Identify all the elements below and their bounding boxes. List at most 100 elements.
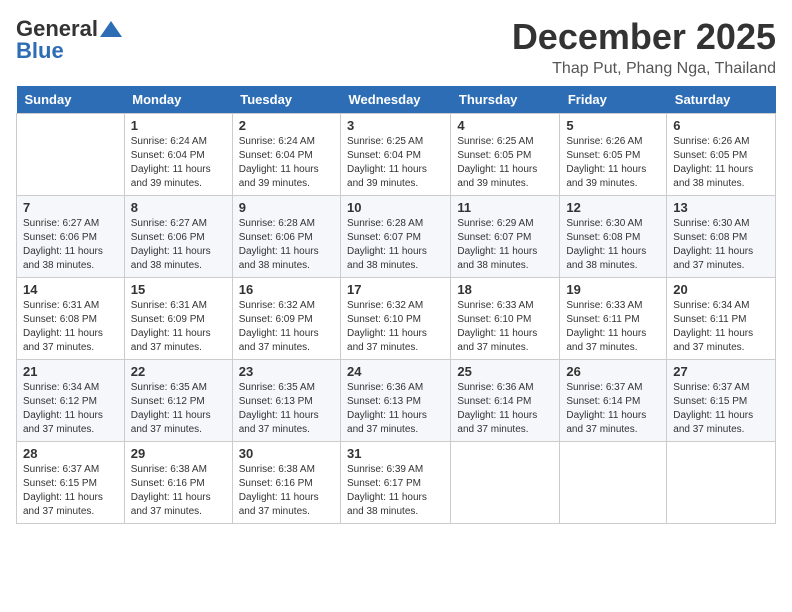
day-detail: Sunrise: 6:27 AM Sunset: 6:06 PM Dayligh… — [131, 217, 226, 273]
day-detail: Sunrise: 6:37 AM Sunset: 6:14 PM Dayligh… — [566, 381, 660, 437]
weekday-header-cell: Tuesday — [232, 86, 340, 114]
logo: General Blue — [16, 16, 122, 64]
day-number: 26 — [566, 364, 660, 379]
calendar-cell: 4 Sunrise: 6:25 AM Sunset: 6:05 PM Daylig… — [451, 114, 560, 196]
day-detail: Sunrise: 6:35 AM Sunset: 6:13 PM Dayligh… — [239, 381, 334, 437]
day-detail: Sunrise: 6:24 AM Sunset: 6:04 PM Dayligh… — [239, 135, 334, 191]
day-number: 6 — [673, 118, 769, 133]
day-number: 24 — [347, 364, 444, 379]
calendar-cell: 20 Sunrise: 6:34 AM Sunset: 6:11 PM Dayli… — [667, 278, 776, 360]
calendar-cell: 15 Sunrise: 6:31 AM Sunset: 6:09 PM Dayli… — [124, 278, 232, 360]
day-number: 16 — [239, 282, 334, 297]
calendar-cell: 26 Sunrise: 6:37 AM Sunset: 6:14 PM Dayli… — [560, 360, 667, 442]
day-detail: Sunrise: 6:37 AM Sunset: 6:15 PM Dayligh… — [673, 381, 769, 437]
day-number: 29 — [131, 446, 226, 461]
day-number: 7 — [23, 200, 118, 215]
header: General Blue December 2025 Thap Put, Pha… — [16, 16, 776, 78]
calendar-cell: 27 Sunrise: 6:37 AM Sunset: 6:15 PM Dayli… — [667, 360, 776, 442]
calendar: SundayMondayTuesdayWednesdayThursdayFrid… — [16, 86, 776, 524]
day-number: 4 — [457, 118, 553, 133]
day-detail: Sunrise: 6:28 AM Sunset: 6:06 PM Dayligh… — [239, 217, 334, 273]
day-detail: Sunrise: 6:36 AM Sunset: 6:14 PM Dayligh… — [457, 381, 553, 437]
calendar-cell: 2 Sunrise: 6:24 AM Sunset: 6:04 PM Daylig… — [232, 114, 340, 196]
day-number: 15 — [131, 282, 226, 297]
day-detail: Sunrise: 6:33 AM Sunset: 6:10 PM Dayligh… — [457, 299, 553, 355]
weekday-header-cell: Monday — [124, 86, 232, 114]
calendar-cell: 29 Sunrise: 6:38 AM Sunset: 6:16 PM Dayli… — [124, 442, 232, 524]
calendar-cell: 25 Sunrise: 6:36 AM Sunset: 6:14 PM Dayli… — [451, 360, 560, 442]
day-detail: Sunrise: 6:34 AM Sunset: 6:11 PM Dayligh… — [673, 299, 769, 355]
logo-icon — [100, 21, 122, 37]
day-detail: Sunrise: 6:38 AM Sunset: 6:16 PM Dayligh… — [131, 463, 226, 519]
day-number: 3 — [347, 118, 444, 133]
day-detail: Sunrise: 6:26 AM Sunset: 6:05 PM Dayligh… — [566, 135, 660, 191]
calendar-cell: 21 Sunrise: 6:34 AM Sunset: 6:12 PM Dayli… — [17, 360, 125, 442]
day-detail: Sunrise: 6:30 AM Sunset: 6:08 PM Dayligh… — [673, 217, 769, 273]
weekday-header-cell: Friday — [560, 86, 667, 114]
location: Thap Put, Phang Nga, Thailand — [512, 60, 776, 78]
calendar-cell: 6Sunrise: 6:26 AM Sunset: 6:05 PM Daylig… — [667, 114, 776, 196]
calendar-cell: 11 Sunrise: 6:29 AM Sunset: 6:07 PM Dayli… — [451, 196, 560, 278]
calendar-cell: 28Sunrise: 6:37 AM Sunset: 6:15 PM Dayli… — [17, 442, 125, 524]
calendar-cell — [451, 442, 560, 524]
title-area: December 2025 Thap Put, Phang Nga, Thail… — [512, 16, 776, 78]
day-number: 17 — [347, 282, 444, 297]
calendar-cell: 24Sunrise: 6:36 AM Sunset: 6:13 PM Dayli… — [341, 360, 451, 442]
logo-blue: Blue — [16, 38, 64, 64]
day-number: 19 — [566, 282, 660, 297]
day-number: 28 — [23, 446, 118, 461]
calendar-cell: 22 Sunrise: 6:35 AM Sunset: 6:12 PM Dayli… — [124, 360, 232, 442]
day-detail: Sunrise: 6:38 AM Sunset: 6:16 PM Dayligh… — [239, 463, 334, 519]
weekday-header-cell: Saturday — [667, 86, 776, 114]
day-number: 2 — [239, 118, 334, 133]
calendar-cell: 23 Sunrise: 6:35 AM Sunset: 6:13 PM Dayli… — [232, 360, 340, 442]
day-number: 25 — [457, 364, 553, 379]
day-number: 13 — [673, 200, 769, 215]
calendar-cell — [560, 442, 667, 524]
day-number: 11 — [457, 200, 553, 215]
day-detail: Sunrise: 6:27 AM Sunset: 6:06 PM Dayligh… — [23, 217, 118, 273]
day-detail: Sunrise: 6:24 AM Sunset: 6:04 PM Dayligh… — [131, 135, 226, 191]
calendar-cell: 3Sunrise: 6:25 AM Sunset: 6:04 PM Daylig… — [341, 114, 451, 196]
calendar-cell: 9 Sunrise: 6:28 AM Sunset: 6:06 PM Daylig… — [232, 196, 340, 278]
day-detail: Sunrise: 6:32 AM Sunset: 6:09 PM Dayligh… — [239, 299, 334, 355]
calendar-cell: 13 Sunrise: 6:30 AM Sunset: 6:08 PM Dayli… — [667, 196, 776, 278]
day-detail: Sunrise: 6:33 AM Sunset: 6:11 PM Dayligh… — [566, 299, 660, 355]
day-detail: Sunrise: 6:25 AM Sunset: 6:05 PM Dayligh… — [457, 135, 553, 191]
calendar-cell: 7 Sunrise: 6:27 AM Sunset: 6:06 PM Daylig… — [17, 196, 125, 278]
weekday-header-cell: Thursday — [451, 86, 560, 114]
day-number: 31 — [347, 446, 444, 461]
calendar-cell: 10 Sunrise: 6:28 AM Sunset: 6:07 PM Dayli… — [341, 196, 451, 278]
day-detail: Sunrise: 6:35 AM Sunset: 6:12 PM Dayligh… — [131, 381, 226, 437]
day-detail: Sunrise: 6:34 AM Sunset: 6:12 PM Dayligh… — [23, 381, 118, 437]
calendar-week-row: 14Sunrise: 6:31 AM Sunset: 6:08 PM Dayli… — [17, 278, 776, 360]
calendar-cell — [17, 114, 125, 196]
day-detail: Sunrise: 6:30 AM Sunset: 6:08 PM Dayligh… — [566, 217, 660, 273]
day-number: 23 — [239, 364, 334, 379]
day-detail: Sunrise: 6:39 AM Sunset: 6:17 PM Dayligh… — [347, 463, 444, 519]
weekday-header-cell: Sunday — [17, 86, 125, 114]
day-number: 12 — [566, 200, 660, 215]
day-number: 21 — [23, 364, 118, 379]
day-detail: Sunrise: 6:28 AM Sunset: 6:07 PM Dayligh… — [347, 217, 444, 273]
calendar-cell: 18 Sunrise: 6:33 AM Sunset: 6:10 PM Dayli… — [451, 278, 560, 360]
day-number: 14 — [23, 282, 118, 297]
day-number: 18 — [457, 282, 553, 297]
calendar-cell — [667, 442, 776, 524]
day-number: 22 — [131, 364, 226, 379]
day-detail: Sunrise: 6:31 AM Sunset: 6:09 PM Dayligh… — [131, 299, 226, 355]
day-number: 27 — [673, 364, 769, 379]
calendar-week-row: 1Sunrise: 6:24 AM Sunset: 6:04 PM Daylig… — [17, 114, 776, 196]
day-number: 5 — [566, 118, 660, 133]
month-title: December 2025 — [512, 16, 776, 58]
calendar-cell: 30 Sunrise: 6:38 AM Sunset: 6:16 PM Dayli… — [232, 442, 340, 524]
weekday-header-cell: Wednesday — [341, 86, 451, 114]
day-number: 20 — [673, 282, 769, 297]
calendar-body: 1Sunrise: 6:24 AM Sunset: 6:04 PM Daylig… — [17, 114, 776, 524]
calendar-cell: 1Sunrise: 6:24 AM Sunset: 6:04 PM Daylig… — [124, 114, 232, 196]
day-number: 9 — [239, 200, 334, 215]
calendar-cell: 16 Sunrise: 6:32 AM Sunset: 6:09 PM Dayli… — [232, 278, 340, 360]
day-number: 30 — [239, 446, 334, 461]
day-detail: Sunrise: 6:29 AM Sunset: 6:07 PM Dayligh… — [457, 217, 553, 273]
day-number: 10 — [347, 200, 444, 215]
